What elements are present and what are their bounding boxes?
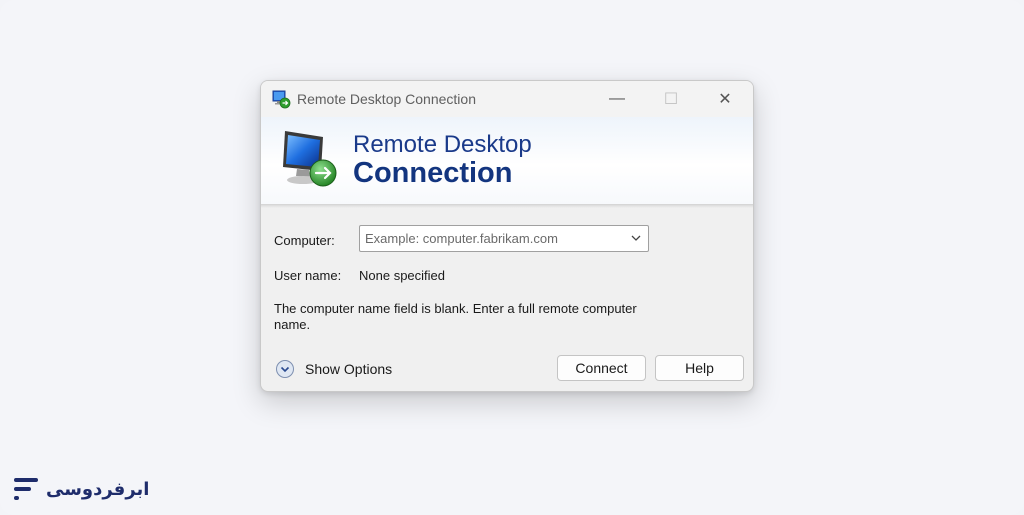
minimize-button[interactable]: —	[591, 81, 643, 117]
remote-desktop-icon	[272, 90, 291, 109]
banner: Remote Desktop Connection	[261, 117, 753, 205]
page-background: Remote Desktop Connection — ☐ ✕ Remote D…	[0, 0, 1024, 515]
window-title: Remote Desktop Connection	[297, 91, 476, 107]
computer-input[interactable]	[365, 231, 615, 246]
brand-name: ابرفردوسی	[46, 478, 150, 500]
help-button[interactable]: Help	[655, 355, 744, 381]
chevron-down-icon[interactable]	[630, 232, 642, 244]
expand-options-icon[interactable]	[275, 359, 295, 379]
connect-button[interactable]: Connect	[557, 355, 646, 381]
maximize-icon: ☐	[663, 91, 679, 108]
banner-title-line2: Connection	[353, 157, 513, 189]
close-button[interactable]: ✕	[699, 81, 751, 117]
show-options-toggle[interactable]: Show Options	[275, 359, 392, 379]
minimize-icon: —	[609, 90, 625, 107]
close-icon: ✕	[718, 91, 732, 108]
computer-label: Computer:	[274, 233, 335, 248]
computer-combobox[interactable]	[359, 225, 649, 252]
user-name-label: User name:	[274, 268, 342, 283]
rdc-dialog: Remote Desktop Connection — ☐ ✕ Remote D…	[260, 80, 754, 392]
user-name-value: None specified	[359, 268, 445, 283]
status-message: The computer name field is blank. Enter …	[274, 301, 637, 332]
banner-title-line1: Remote Desktop	[353, 131, 532, 158]
brand-mark-icon	[14, 478, 38, 500]
show-options-label[interactable]: Show Options	[305, 361, 392, 377]
monitor-connection-icon	[283, 131, 337, 187]
title-bar[interactable]: Remote Desktop Connection — ☐ ✕	[261, 81, 753, 117]
banner-divider	[261, 205, 753, 208]
maximize-button[interactable]: ☐	[645, 81, 697, 117]
brand-logo: ابرفردوسی	[12, 474, 149, 504]
